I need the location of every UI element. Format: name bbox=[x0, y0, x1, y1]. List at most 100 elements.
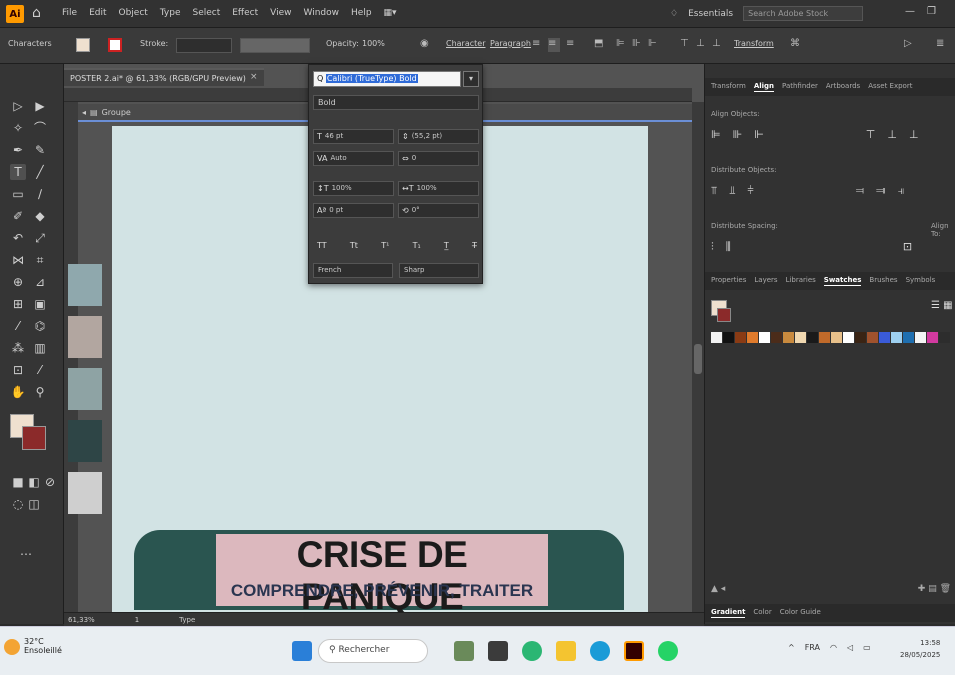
arrange-docs-icon[interactable]: ▦▾ bbox=[384, 8, 397, 18]
back-arrow-icon[interactable]: ◂ bbox=[82, 108, 86, 117]
paragraph-link[interactable]: Paragraph bbox=[490, 39, 531, 48]
align-objects-left-icon[interactable]: ⊫ bbox=[616, 38, 628, 52]
blend-tool-icon[interactable]: ⌬ bbox=[32, 318, 48, 334]
color-swatch[interactable] bbox=[747, 332, 758, 343]
horizontal-align-left-icon[interactable]: ⊫ bbox=[711, 128, 721, 141]
zoom-tool-icon[interactable]: ⚲ bbox=[32, 384, 48, 400]
color-swatch[interactable] bbox=[939, 332, 950, 343]
align-center-icon[interactable]: ≡ bbox=[548, 38, 560, 52]
opacity-value[interactable]: 100% bbox=[362, 39, 385, 48]
color-swatch[interactable] bbox=[783, 332, 794, 343]
poster-title[interactable]: CRISE DE PANIQUE bbox=[216, 534, 548, 618]
swatch-library-icon[interactable]: ▲ ◂ bbox=[711, 584, 725, 594]
color-swatch[interactable] bbox=[795, 332, 806, 343]
menu-select[interactable]: Select bbox=[192, 8, 220, 18]
font-dropdown-icon[interactable]: ▾ bbox=[463, 71, 479, 87]
document-tab[interactable]: POSTER 2.ai* @ 61,33% (RGB/GPU Preview) bbox=[64, 68, 264, 86]
clock[interactable]: 13:58 28/05/2025 bbox=[900, 637, 940, 661]
palette-swatch[interactable] bbox=[68, 472, 102, 514]
font-size-field[interactable]: T 46 pt bbox=[313, 129, 394, 144]
transform-link[interactable]: Transform bbox=[734, 39, 774, 48]
isolate-icon[interactable]: ⌘ bbox=[790, 38, 802, 52]
tab-libraries[interactable]: Libraries bbox=[786, 276, 816, 286]
weather-widget[interactable]: 32°C Ensoleillé bbox=[24, 637, 62, 655]
magic-wand-icon[interactable]: ✧ bbox=[10, 120, 26, 136]
align-objects-right-icon[interactable]: ⊩ bbox=[648, 38, 660, 52]
wifi-icon[interactable]: ◠ bbox=[830, 643, 837, 652]
subscript-button[interactable]: T₁ bbox=[413, 241, 421, 250]
artboard-number[interactable]: 1 bbox=[135, 616, 139, 624]
tab-color[interactable]: Color bbox=[753, 608, 771, 618]
kerning-field[interactable]: VA Auto bbox=[313, 151, 394, 166]
free-transform-icon[interactable]: ⌗ bbox=[32, 252, 48, 268]
color-swatch[interactable] bbox=[711, 332, 722, 343]
screen-mode-icon[interactable]: ◫ bbox=[26, 496, 42, 512]
search-input[interactable]: Search Adobe Stock bbox=[743, 6, 864, 21]
antialias-dropdown[interactable]: Sharp bbox=[399, 263, 479, 278]
home-icon[interactable]: ⌂ bbox=[32, 5, 41, 21]
align-bottom-icon[interactable]: ⊥ bbox=[712, 38, 724, 52]
distribute-right-icon[interactable]: ⫣ bbox=[898, 184, 905, 198]
palette-swatch[interactable] bbox=[68, 316, 102, 358]
artboard-tool-icon[interactable]: ⊡ bbox=[10, 362, 26, 378]
tab-pathfinder[interactable]: Pathfinder bbox=[782, 82, 818, 92]
palette-swatch[interactable] bbox=[68, 420, 102, 462]
language-dropdown[interactable]: French bbox=[313, 263, 393, 278]
tab-properties[interactable]: Properties bbox=[711, 276, 746, 286]
align-right-icon[interactable]: ≡ bbox=[566, 38, 578, 52]
tab-brushes[interactable]: Brushes bbox=[869, 276, 897, 286]
color-swatch[interactable] bbox=[843, 332, 854, 343]
type-tool-icon[interactable]: T bbox=[10, 164, 26, 180]
swatch-stroke-preview[interactable] bbox=[717, 308, 731, 322]
shape-builder-icon[interactable]: ⊕ bbox=[10, 274, 26, 290]
baseline-shift-field[interactable]: Aª 0 pt bbox=[313, 203, 394, 218]
menu-edit[interactable]: Edit bbox=[89, 8, 106, 18]
scale-tool-icon[interactable]: ⤢ bbox=[32, 230, 48, 246]
align-left-icon[interactable]: ≡ bbox=[532, 38, 544, 52]
color-swatch[interactable] bbox=[819, 332, 830, 343]
volume-icon[interactable]: ◁ bbox=[847, 643, 853, 652]
vertical-align-top-icon[interactable]: ⊤ bbox=[866, 128, 876, 141]
color-swatch[interactable] bbox=[771, 332, 782, 343]
panel-expand-icon[interactable]: ▷ bbox=[904, 38, 916, 52]
color-swatch[interactable] bbox=[903, 332, 914, 343]
draw-mode-icon[interactable]: ◌ bbox=[10, 496, 26, 512]
stroke-color-box[interactable] bbox=[22, 426, 46, 450]
gradient-mode-icon[interactable]: ◧ bbox=[26, 474, 42, 490]
more-options-icon[interactable]: ≣ bbox=[936, 38, 948, 52]
font-family-input[interactable]: Q Calibri (TrueType) Bold bbox=[313, 71, 461, 87]
vertical-scale-field[interactable]: ↕T 100% bbox=[313, 181, 394, 196]
gradient-tool-icon[interactable]: ▣ bbox=[32, 296, 48, 312]
recolor-icon[interactable]: ◉ bbox=[420, 38, 432, 52]
tab-symbols[interactable]: Symbols bbox=[906, 276, 936, 286]
tracking-field[interactable]: ⇔ 0 bbox=[398, 151, 479, 166]
color-swatch[interactable] bbox=[915, 332, 926, 343]
color-swatch[interactable] bbox=[831, 332, 842, 343]
variable-width-dropdown[interactable] bbox=[240, 38, 310, 53]
align-objects-center-icon[interactable]: ⊪ bbox=[632, 38, 644, 52]
vertical-align-center-icon[interactable]: ⊥ bbox=[887, 128, 897, 141]
paintbrush-icon[interactable]: ∕ bbox=[32, 186, 48, 202]
selection-tool-icon[interactable]: ▷ bbox=[10, 98, 26, 114]
illustrator-logo-icon[interactable]: Ai bbox=[6, 5, 24, 23]
perspective-grid-icon[interactable]: ⊿ bbox=[32, 274, 48, 290]
taskbar-search-input[interactable]: ⚲ Rechercher bbox=[318, 639, 428, 663]
lasso-icon[interactable]: ⌒ bbox=[32, 120, 48, 136]
mesh-tool-icon[interactable]: ⊞ bbox=[10, 296, 26, 312]
tray-expand-icon[interactable]: ^ bbox=[788, 643, 795, 652]
palette-swatch[interactable] bbox=[68, 264, 102, 306]
menu-view[interactable]: View bbox=[270, 8, 291, 18]
color-swatch[interactable] bbox=[927, 332, 938, 343]
tab-layers[interactable]: Layers bbox=[754, 276, 777, 286]
color-swatch[interactable] bbox=[735, 332, 746, 343]
superscript-button[interactable]: T¹ bbox=[381, 241, 389, 250]
menu-type[interactable]: Type bbox=[160, 8, 181, 18]
illustrator-taskbar-icon[interactable] bbox=[624, 641, 644, 661]
widget-icon[interactable] bbox=[454, 641, 474, 661]
vertical-align-bottom-icon[interactable]: ⊥ bbox=[909, 128, 919, 141]
close-tab-icon[interactable]: × bbox=[250, 72, 258, 82]
battery-icon[interactable]: ▭ bbox=[863, 643, 871, 652]
new-swatch-icon[interactable]: ✚ ▤ 🗑 bbox=[918, 584, 951, 594]
horizontal-spacing-icon[interactable]: ⫼ bbox=[726, 240, 731, 254]
windows-start-icon[interactable] bbox=[292, 641, 312, 661]
